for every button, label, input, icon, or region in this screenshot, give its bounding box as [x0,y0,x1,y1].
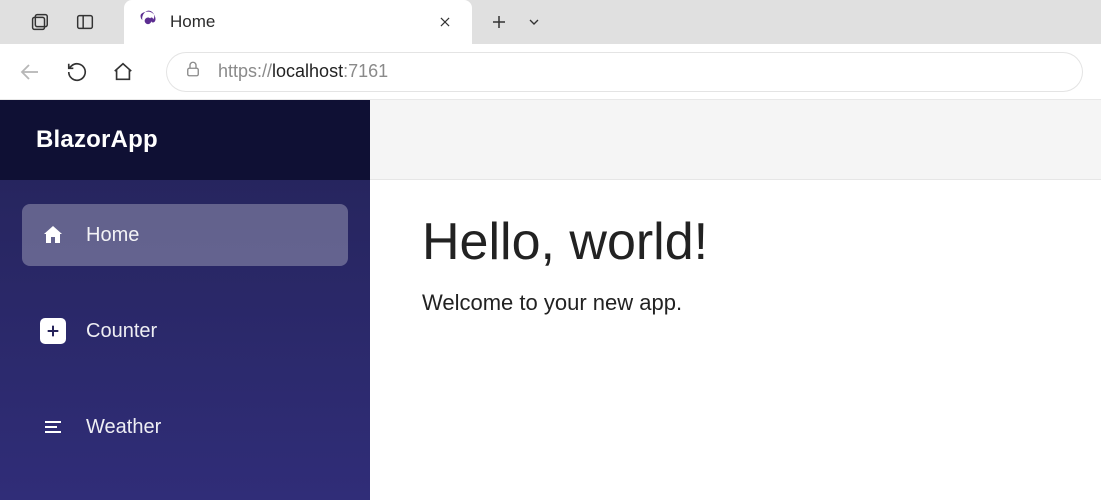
browser-titlebar: Home [0,0,1101,44]
sidebar-item-weather[interactable]: Weather [22,396,348,458]
home-button[interactable] [112,61,134,83]
browser-tab-active[interactable]: Home [124,0,472,44]
close-icon[interactable] [434,11,456,33]
sidebar-item-counter[interactable]: Counter [22,300,348,362]
lock-icon [184,60,202,83]
home-icon [40,222,66,248]
tab-actions-icon[interactable] [28,11,50,33]
app-sidebar: BlazorApp Home Counter Weather [0,100,370,500]
url-scheme: https:// [218,61,272,81]
vertical-tabs-icon[interactable] [74,11,96,33]
address-bar[interactable]: https://localhost:7161 [166,52,1083,92]
content-topbar [370,100,1101,180]
url-text: https://localhost:7161 [218,61,388,82]
sidebar-item-home[interactable]: Home [22,204,348,266]
new-tab-button[interactable] [490,13,508,31]
browser-toolbar: https://localhost:7161 [0,44,1101,100]
app-brand[interactable]: BlazorApp [0,100,370,180]
chevron-down-icon[interactable] [526,14,542,30]
content-area: Hello, world! Welcome to your new app. [370,100,1101,500]
sidebar-item-label: Weather [86,416,161,439]
page-subtext: Welcome to your new app. [422,290,1049,316]
tab-title: Home [170,12,422,32]
sidebar-item-label: Counter [86,320,157,343]
back-button[interactable] [18,60,42,84]
url-host: localhost [272,61,343,81]
blazor-icon [138,10,158,35]
list-icon [40,414,66,440]
page-heading: Hello, world! [422,212,1049,272]
sidebar-item-label: Home [86,224,139,247]
brand-text: BlazorApp [36,126,158,154]
url-port: :7161 [343,61,388,81]
plus-icon [40,318,66,344]
sidebar-nav: Home Counter Weather [0,180,370,482]
page-viewport: BlazorApp Home Counter Weather [0,100,1101,500]
refresh-button[interactable] [66,61,88,83]
